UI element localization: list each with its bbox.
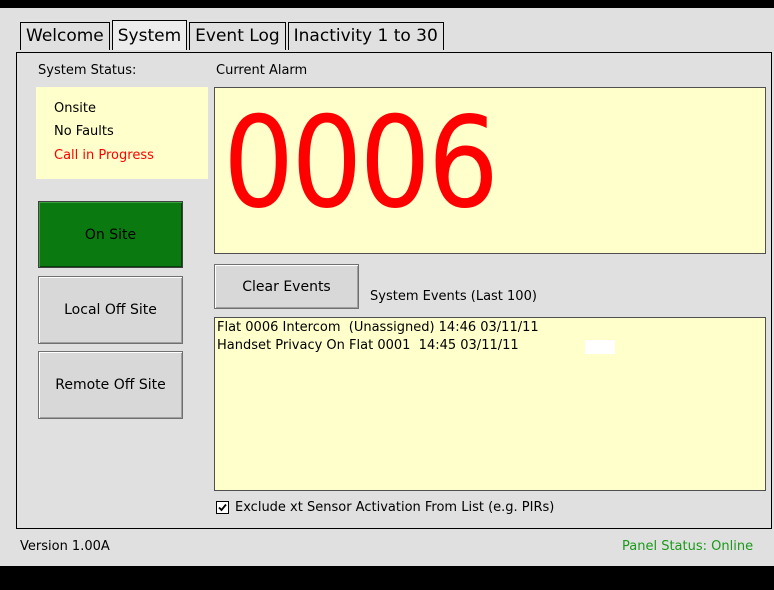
panel-status-text: Panel Status: Online bbox=[622, 539, 754, 554]
list-item: Handset Privacy On Flat 0001 14:45 03/11… bbox=[217, 338, 519, 353]
tab-system[interactable]: System bbox=[111, 20, 188, 50]
tab-bar: Welcome System Event Log Inactivity 1 to… bbox=[20, 20, 446, 52]
system-events-list[interactable]: Flat 0006 Intercom (Unassigned) 14:46 03… bbox=[214, 317, 766, 491]
clear-events-button[interactable]: Clear Events bbox=[214, 264, 359, 309]
system-status-box: Onsite No Faults Call in Progress bbox=[36, 87, 208, 179]
local-off-site-button[interactable]: Local Off Site bbox=[38, 276, 183, 344]
system-status-label: System Status: bbox=[38, 63, 137, 78]
status-line-faults: No Faults bbox=[54, 124, 114, 139]
tab-event-log[interactable]: Event Log bbox=[189, 22, 286, 50]
list-item: Flat 0006 Intercom (Unassigned) 14:46 03… bbox=[217, 320, 539, 335]
checkmark-icon bbox=[218, 503, 227, 512]
current-alarm-box: 0006 bbox=[214, 87, 766, 254]
on-site-button[interactable]: On Site bbox=[38, 201, 183, 268]
version-text: Version 1.00A bbox=[20, 539, 110, 554]
exclude-sensor-label: Exclude xt Sensor Activation From List (… bbox=[235, 500, 555, 515]
remote-off-site-button[interactable]: Remote Off Site bbox=[38, 351, 183, 419]
tab-inactivity[interactable]: Inactivity 1 to 30 bbox=[287, 22, 444, 50]
tab-welcome[interactable]: Welcome bbox=[20, 22, 110, 50]
status-line-call: Call in Progress bbox=[54, 148, 154, 163]
exclude-sensor-row: Exclude xt Sensor Activation From List (… bbox=[216, 500, 554, 515]
exclude-sensor-checkbox[interactable] bbox=[216, 501, 229, 514]
system-events-label: System Events (Last 100) bbox=[370, 289, 537, 304]
status-line-onsite: Onsite bbox=[54, 101, 96, 116]
current-alarm-label: Current Alarm bbox=[216, 63, 308, 78]
selection-marker bbox=[585, 340, 615, 354]
current-alarm-number: 0006 bbox=[223, 90, 499, 237]
screen-bottom-edge bbox=[0, 566, 774, 590]
